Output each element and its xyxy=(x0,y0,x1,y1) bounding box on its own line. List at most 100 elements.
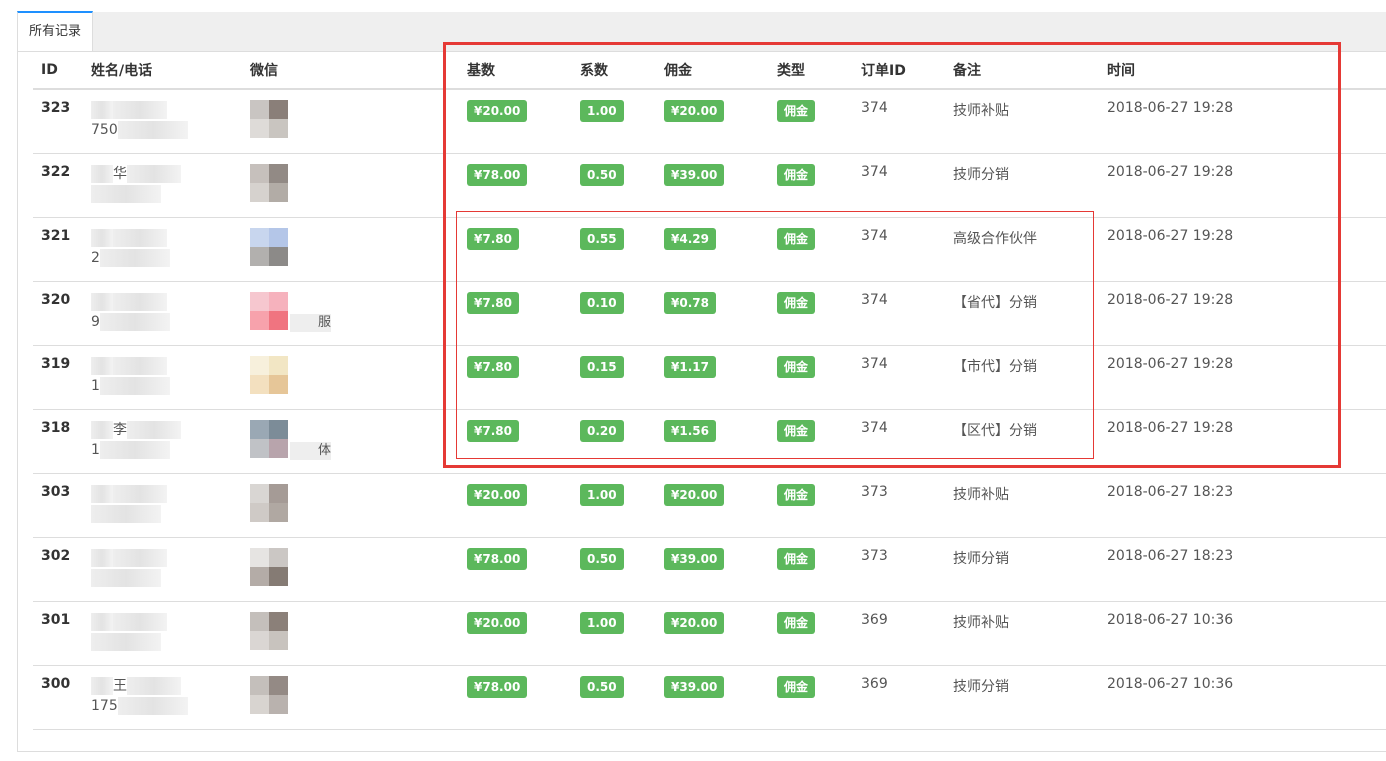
cell-name-phone: 华 xyxy=(83,153,242,218)
avatar-pixel xyxy=(269,355,288,375)
cell-id: 323 xyxy=(33,89,83,154)
avatar xyxy=(250,675,288,714)
tab-all-records[interactable]: 所有记录 xyxy=(17,11,93,51)
phone-visible: 1 xyxy=(91,441,100,458)
cell-wechat xyxy=(242,89,459,154)
cell-coefficient: 0.55 xyxy=(572,217,656,282)
blurred-phone xyxy=(91,568,161,587)
cell-type: 佣金 xyxy=(769,537,853,602)
cell-time: 2018-06-27 10:36 xyxy=(1099,601,1386,666)
name-text: 王 xyxy=(91,676,242,696)
cell-commission: ¥39.00 xyxy=(656,665,769,730)
base-badge: ¥7.80 xyxy=(467,419,519,442)
cell-note: 技师补贴 xyxy=(945,89,1099,154)
avatar-pixel xyxy=(250,483,269,503)
type-badge: 佣金 xyxy=(777,227,816,250)
commission-badge: ¥1.17 xyxy=(664,355,716,378)
blurred-phone xyxy=(99,376,170,395)
cell-order-id: 369 xyxy=(853,601,945,666)
cell-coefficient: 0.10 xyxy=(572,281,656,346)
cell-coefficient: 1.00 xyxy=(572,89,656,154)
avatar-pixel xyxy=(269,502,288,522)
blurred-phone xyxy=(99,312,170,331)
table-row: 322 华 ¥78.00 0.50 ¥39.00 佣金 374 技师分销 2018-06-27 … xyxy=(33,153,1386,218)
phone-text: 1 xyxy=(91,440,242,460)
coefficient-badge: 0.50 xyxy=(580,547,624,570)
blurred-phone xyxy=(91,184,161,203)
cell-order-id: 374 xyxy=(853,409,945,474)
cell-base: ¥20.00 xyxy=(459,89,572,154)
blurred-name-rest xyxy=(113,484,167,503)
cell-type: 佣金 xyxy=(769,665,853,730)
avatar xyxy=(250,611,288,650)
avatar-pixel xyxy=(269,694,288,714)
header-id: ID xyxy=(33,52,83,90)
cell-coefficient: 1.00 xyxy=(572,473,656,538)
blurred-name xyxy=(91,676,113,695)
cell-type: 佣金 xyxy=(769,153,853,218)
blurred-phone xyxy=(91,504,161,523)
cell-id: 301 xyxy=(33,601,83,666)
avatar-pixel xyxy=(269,611,288,631)
cell-type: 佣金 xyxy=(769,409,853,474)
avatar-pixel xyxy=(269,163,288,183)
cell-commission: ¥1.17 xyxy=(656,345,769,410)
avatar-pixel xyxy=(269,675,288,695)
cell-id: 322 xyxy=(33,153,83,218)
cell-commission: ¥1.56 xyxy=(656,409,769,474)
avatar-pixel xyxy=(250,547,269,567)
cell-id: 300 xyxy=(33,665,83,730)
wechat-name xyxy=(290,378,318,396)
cell-commission: ¥20.00 xyxy=(656,89,769,154)
avatar-pixel xyxy=(250,566,269,586)
header-type: 类型 xyxy=(769,52,853,90)
header-name-phone: 姓名/电话 xyxy=(83,52,242,90)
phone-visible: 750 xyxy=(91,122,118,138)
avatar xyxy=(250,291,288,330)
blurred-phone xyxy=(99,248,170,267)
wechat-name: 服 xyxy=(290,313,332,332)
cell-commission: ¥39.00 xyxy=(656,153,769,218)
base-badge: ¥78.00 xyxy=(467,163,528,186)
table-row: 323 750 ¥20.00 1.00 ¥20.00 佣金 374 技师补贴 2018-06-2… xyxy=(33,89,1386,154)
cell-note: 技师补贴 xyxy=(945,601,1099,666)
cell-wechat xyxy=(242,217,459,282)
cell-wechat: 服 xyxy=(242,281,459,346)
cell-base: ¥7.80 xyxy=(459,281,572,346)
avatar-pixel xyxy=(250,694,269,714)
avatar-pixel xyxy=(269,246,288,266)
name-text: 李 xyxy=(91,420,242,440)
coefficient-badge: 1.00 xyxy=(580,611,624,634)
avatar xyxy=(250,100,288,138)
avatar-pixel xyxy=(250,291,269,311)
avatar-pixel xyxy=(250,675,269,695)
avatar-pixel xyxy=(269,119,288,138)
commission-badge: ¥4.29 xyxy=(664,227,716,250)
phone-text: 2 xyxy=(91,248,242,268)
cell-commission: ¥4.29 xyxy=(656,217,769,282)
cell-order-id: 374 xyxy=(853,153,945,218)
type-badge: 佣金 xyxy=(777,163,816,186)
cell-name-phone: 李1 xyxy=(83,409,242,474)
base-badge: ¥7.80 xyxy=(467,227,519,250)
blurred-name xyxy=(91,420,113,439)
cell-time: 2018-06-27 19:28 xyxy=(1099,281,1386,346)
commission-badge: ¥39.00 xyxy=(664,675,725,698)
avatar xyxy=(250,419,288,458)
cell-name-phone xyxy=(83,601,242,666)
cell-coefficient: 1.00 xyxy=(572,601,656,666)
avatar xyxy=(250,355,288,394)
base-badge: ¥7.80 xyxy=(467,291,519,314)
type-badge: 佣金 xyxy=(777,419,816,442)
wechat-name xyxy=(290,506,318,524)
wechat-name xyxy=(290,186,318,204)
blurred-name-rest xyxy=(113,292,167,311)
cell-wechat xyxy=(242,473,459,538)
cell-order-id: 369 xyxy=(853,665,945,730)
cell-wechat xyxy=(242,601,459,666)
avatar-pixel xyxy=(269,100,288,119)
blurred-name xyxy=(91,228,113,247)
commission-badge: ¥20.00 xyxy=(664,483,725,506)
header-commission: 佣金 xyxy=(656,52,769,90)
avatar-pixel xyxy=(250,374,269,394)
